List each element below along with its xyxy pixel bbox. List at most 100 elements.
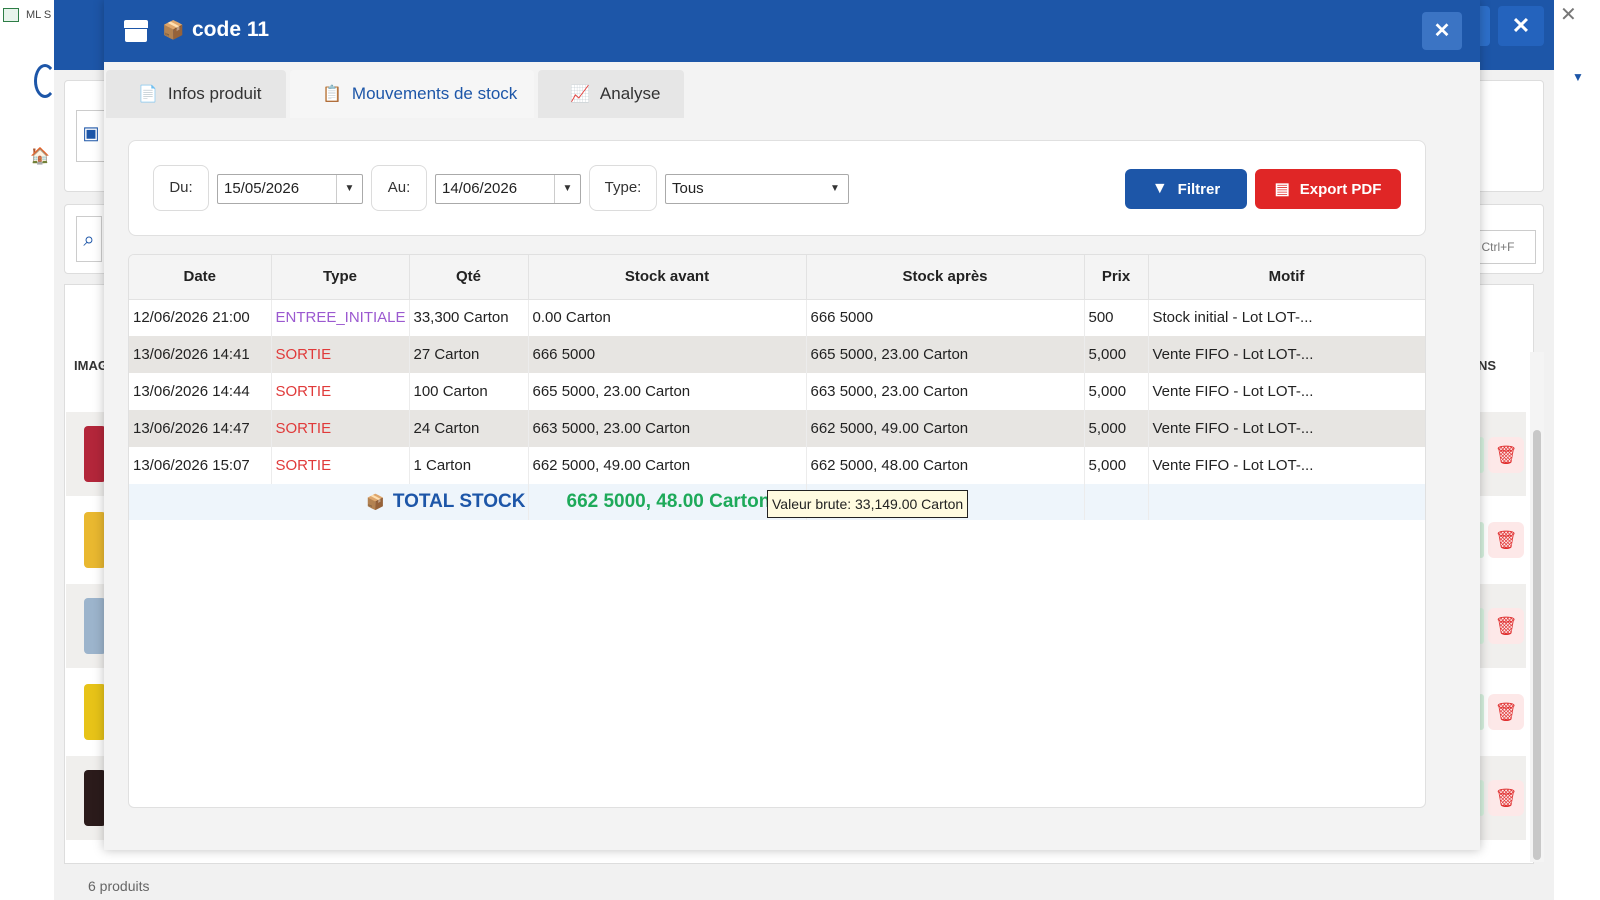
- cell-reason: Vente FIFO - Lot LOT-...: [1148, 336, 1425, 373]
- table-row[interactable]: 13/06/2026 14:47 SORTIE 24 Carton 663 50…: [129, 410, 1425, 447]
- list-scrollbar-thumb[interactable]: [1533, 430, 1541, 860]
- cell-qty: 100 Carton: [409, 373, 529, 410]
- table-row[interactable]: 12/06/2026 21:00 ENTREE_INITIALE 33,300 …: [129, 299, 1425, 336]
- search-icon[interactable]: ⌕: [76, 216, 102, 262]
- product-count: 6 produits: [88, 878, 150, 894]
- tab-mouvements-de-stock[interactable]: 📋 Mouvements de stock: [290, 70, 534, 118]
- cell-type: SORTIE: [271, 336, 410, 373]
- filter-bar: Du: 15/05/2026 ▼ Au: 14/06/2026 ▼ Type: …: [128, 140, 1426, 236]
- tab-infos-produit[interactable]: 📄 Infos produit: [106, 70, 286, 118]
- cell-stock-before: 665 5000, 23.00 Carton: [528, 373, 807, 410]
- column-header-price[interactable]: Prix: [1084, 255, 1149, 300]
- delete-icon[interactable]: 🗑: [1488, 694, 1524, 730]
- from-date-picker[interactable]: 15/05/2026 ▼: [217, 174, 363, 204]
- cell-type: SORTIE: [271, 447, 410, 484]
- delete-icon[interactable]: 🗑: [1488, 437, 1524, 473]
- cell-type: ENTREE_INITIALE: [271, 299, 410, 336]
- export-pdf-button[interactable]: ▤ Export PDF: [1255, 169, 1401, 209]
- total-stock-value-cell[interactable]: 662 5000, 48.00 Carton: [528, 484, 807, 520]
- cell-qty: 33,300 Carton: [409, 299, 529, 336]
- cell-reason: Vente FIFO - Lot LOT-...: [1148, 373, 1425, 410]
- cell-reason: Vente FIFO - Lot LOT-...: [1148, 447, 1425, 484]
- column-header-qty[interactable]: Qté: [409, 255, 529, 300]
- briefcase-icon: [124, 20, 148, 42]
- cell-stock-after: 665 5000, 23.00 Carton: [806, 336, 1085, 373]
- cell-type: SORTIE: [271, 410, 410, 447]
- column-header-stock-after[interactable]: Stock après: [806, 255, 1085, 300]
- table-row[interactable]: 13/06/2026 15:07 SORTIE 1 Carton 662 500…: [129, 447, 1425, 484]
- to-date-picker[interactable]: 14/06/2026 ▼: [435, 174, 581, 204]
- cell-type: SORTIE: [271, 373, 410, 410]
- app-window-icon: [3, 8, 19, 22]
- dialog-close-button[interactable]: ✕: [1422, 12, 1462, 50]
- chevron-down-icon[interactable]: ▼: [336, 175, 362, 203]
- product-thumbnail: [84, 598, 106, 654]
- stock-movements-dialog: 📦 code 11 ✕ 📄 Infos produit 📋 Mouvements…: [104, 0, 1480, 850]
- tab-label: Analyse: [599, 84, 661, 103]
- cell-stock-before: 663 5000, 23.00 Carton: [528, 410, 807, 447]
- column-header-image: IMAG: [74, 358, 108, 373]
- to-date-value: 14/06/2026: [442, 180, 518, 197]
- cell-price: 5,000: [1084, 373, 1149, 410]
- home-icon[interactable]: 🏠: [30, 146, 50, 166]
- column-header-actions: NS: [1478, 358, 1497, 373]
- movements-table: Date Type Qté Stock avant Stock après Pr…: [128, 254, 1426, 808]
- app-window-close-icon[interactable]: ✕: [1560, 2, 1577, 27]
- cell-qty: 27 Carton: [409, 336, 529, 373]
- tab-analyse[interactable]: 📈 Analyse: [538, 70, 684, 118]
- app-close-button[interactable]: ✕: [1498, 6, 1544, 46]
- type-label: Type:: [589, 165, 657, 211]
- cell-reason: Vente FIFO - Lot LOT-...: [1148, 410, 1425, 447]
- dialog-title: code 11: [192, 18, 270, 41]
- total-stock-label: TOTAL STOCK: [392, 491, 526, 512]
- cell-stock-after: 666 5000: [806, 299, 1085, 336]
- column-header-type[interactable]: Type: [271, 255, 410, 300]
- delete-icon[interactable]: 🗑: [1488, 522, 1524, 558]
- delete-icon[interactable]: 🗑: [1488, 780, 1524, 816]
- app-logo: [34, 64, 56, 98]
- package-icon: 📦: [162, 20, 185, 40]
- cell-stock-before: 666 5000: [528, 336, 807, 373]
- funnel-icon: ▼: [1151, 180, 1168, 197]
- product-thumbnail: [84, 426, 106, 482]
- filter-button[interactable]: ▼ Filtrer: [1125, 169, 1247, 209]
- cell-price: 5,000: [1084, 336, 1149, 373]
- cell-stock-after: 662 5000, 48.00 Carton: [806, 447, 1085, 484]
- cell-price: 5,000: [1084, 447, 1149, 484]
- cell-date: 13/06/2026 14:47: [129, 410, 272, 447]
- type-select[interactable]: Tous ▼: [665, 174, 849, 204]
- from-date-label: Du:: [153, 165, 209, 211]
- cell-stock-before: 662 5000, 49.00 Carton: [528, 447, 807, 484]
- dialog-header: 📦 code 11 ✕: [104, 0, 1480, 62]
- dialog-tabs: 📄 Infos produit 📋 Mouvements de stock 📈 …: [104, 62, 1480, 118]
- pdf-icon: ▤: [1274, 181, 1290, 198]
- close-icon: ✕: [1433, 20, 1451, 42]
- total-stock-value: 662 5000, 48.00 Carton: [566, 491, 771, 512]
- column-header-date[interactable]: Date: [129, 255, 272, 300]
- cell-reason: Stock initial - Lot LOT-...: [1148, 299, 1425, 336]
- chevron-down-icon[interactable]: ▼: [554, 175, 580, 203]
- table-row[interactable]: 13/06/2026 14:41 SORTIE 27 Carton 666 50…: [129, 336, 1425, 373]
- column-header-stock-before[interactable]: Stock avant: [528, 255, 807, 300]
- total-empty-cell: [1084, 484, 1149, 520]
- table-row[interactable]: 13/06/2026 14:44 SORTIE 100 Carton 665 5…: [129, 373, 1425, 410]
- tab-label: Mouvements de stock: [351, 84, 518, 103]
- product-box-icon[interactable]: ▣: [76, 110, 106, 162]
- total-empty-cell: [1148, 484, 1425, 520]
- export-pdf-button-label: Export PDF: [1299, 180, 1382, 198]
- product-thumbnail: [84, 684, 106, 740]
- clipboard-icon: 📋: [322, 86, 342, 103]
- column-header-reason[interactable]: Motif: [1148, 255, 1425, 300]
- from-date-value: 15/05/2026: [224, 180, 300, 197]
- product-thumbnail: [84, 512, 106, 568]
- chevron-down-icon[interactable]: ▼: [822, 175, 848, 203]
- package-icon: 📦: [366, 494, 385, 511]
- table-header-row: Date Type Qté Stock avant Stock après Pr…: [129, 255, 1425, 300]
- cell-date: 13/06/2026 14:44: [129, 373, 272, 410]
- delete-icon[interactable]: 🗑: [1488, 608, 1524, 644]
- tab-label: Infos produit: [167, 84, 262, 103]
- total-stock-label-cell: 📦 TOTAL STOCK: [129, 484, 529, 520]
- app-window-title: ML S: [26, 9, 52, 21]
- app-dropdown-icon[interactable]: ▼: [1572, 70, 1584, 84]
- filter-button-label: Filtrer: [1177, 180, 1221, 198]
